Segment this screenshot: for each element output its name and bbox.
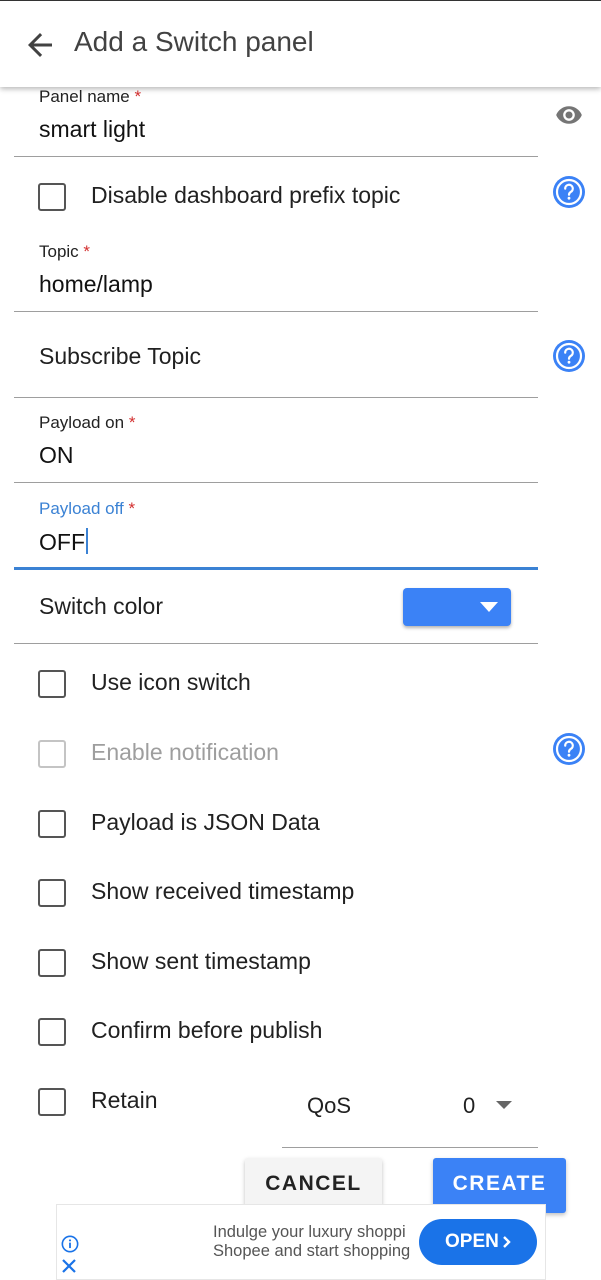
payload-on-underline xyxy=(14,482,538,483)
visibility-eye-icon[interactable] xyxy=(552,101,586,129)
qos-underline xyxy=(282,1147,538,1148)
required-mark: * xyxy=(83,242,91,261)
confirm-before-publish-checkbox[interactable] xyxy=(38,1018,66,1046)
retain-label: Retain xyxy=(91,1087,158,1113)
help-icon[interactable] xyxy=(552,732,586,766)
show-sent-timestamp-label: Show sent timestamp xyxy=(91,948,311,974)
enable-notification-label: Enable notification xyxy=(91,739,279,765)
topic-input[interactable]: home/lamp xyxy=(39,271,153,298)
panel-name-label: Panel name * xyxy=(39,87,141,107)
qos-label: QoS xyxy=(307,1093,352,1118)
info-icon[interactable] xyxy=(61,1235,79,1253)
payload-off-underline xyxy=(14,567,538,570)
ad-open-label: OPEN xyxy=(445,1231,499,1252)
switch-color-underline xyxy=(14,643,538,644)
subscribe-topic-underline xyxy=(14,397,538,398)
payload-json-checkbox[interactable] xyxy=(38,810,66,838)
app-bar: Add a Switch panel xyxy=(0,0,601,87)
ad-text-line2: Shopee and start shopping xyxy=(213,1242,411,1260)
switch-color-label: Switch color xyxy=(39,593,163,619)
use-icon-switch-label: Use icon switch xyxy=(91,669,251,695)
required-mark: * xyxy=(134,87,142,106)
required-mark: * xyxy=(128,413,136,432)
payload-off-label-text: Payload off xyxy=(39,499,124,518)
dropdown-arrow-icon xyxy=(480,602,498,612)
topic-label-text: Topic xyxy=(39,242,79,261)
use-icon-switch-checkbox[interactable] xyxy=(38,670,66,698)
chevron-right-icon xyxy=(503,1236,511,1248)
panel-name-label-text: Panel name xyxy=(39,87,130,106)
ad-banner[interactable]: Indulge your luxury shoppi Shopee and st… xyxy=(56,1204,546,1280)
payload-off-value: OFF xyxy=(39,529,85,555)
disable-prefix-checkbox[interactable] xyxy=(38,183,66,211)
payload-json-label: Payload is JSON Data xyxy=(91,809,320,835)
show-sent-timestamp-checkbox[interactable] xyxy=(38,949,66,977)
enable-notification-checkbox[interactable] xyxy=(38,740,66,768)
show-received-timestamp-label: Show received timestamp xyxy=(91,878,355,904)
payload-off-label: Payload off * xyxy=(39,499,135,519)
payload-on-label-text: Payload on xyxy=(39,413,125,432)
topic-label: Topic * xyxy=(39,242,90,262)
help-icon[interactable] xyxy=(552,339,586,373)
required-mark: * xyxy=(128,499,136,518)
payload-on-label: Payload on * xyxy=(39,413,135,433)
arrow-back-icon[interactable] xyxy=(22,27,58,63)
ad-text: Indulge your luxury shoppi Shopee and st… xyxy=(213,1223,423,1261)
ad-text-line1: Indulge your luxury shoppi xyxy=(213,1223,406,1241)
panel-name-input[interactable]: smart light xyxy=(39,116,145,143)
ad-open-button[interactable]: OPEN xyxy=(419,1219,537,1265)
payload-on-input[interactable]: ON xyxy=(39,442,74,469)
disable-prefix-label: Disable dashboard prefix topic xyxy=(91,182,401,208)
page-title: Add a Switch panel xyxy=(74,26,314,57)
dropdown-arrow-icon[interactable] xyxy=(496,1101,512,1109)
subscribe-topic-input[interactable]: Subscribe Topic xyxy=(39,343,201,370)
show-received-timestamp-checkbox[interactable] xyxy=(38,879,66,907)
close-icon[interactable] xyxy=(61,1258,77,1274)
qos-select[interactable]: 0 xyxy=(463,1093,475,1119)
panel-name-underline xyxy=(14,156,538,157)
help-icon[interactable] xyxy=(552,175,586,209)
confirm-before-publish-label: Confirm before publish xyxy=(91,1017,323,1043)
switch-color-picker[interactable] xyxy=(403,588,511,626)
retain-checkbox[interactable] xyxy=(38,1088,66,1116)
text-cursor xyxy=(86,528,88,554)
topic-underline xyxy=(14,311,538,312)
payload-off-input[interactable]: OFF xyxy=(39,528,88,556)
